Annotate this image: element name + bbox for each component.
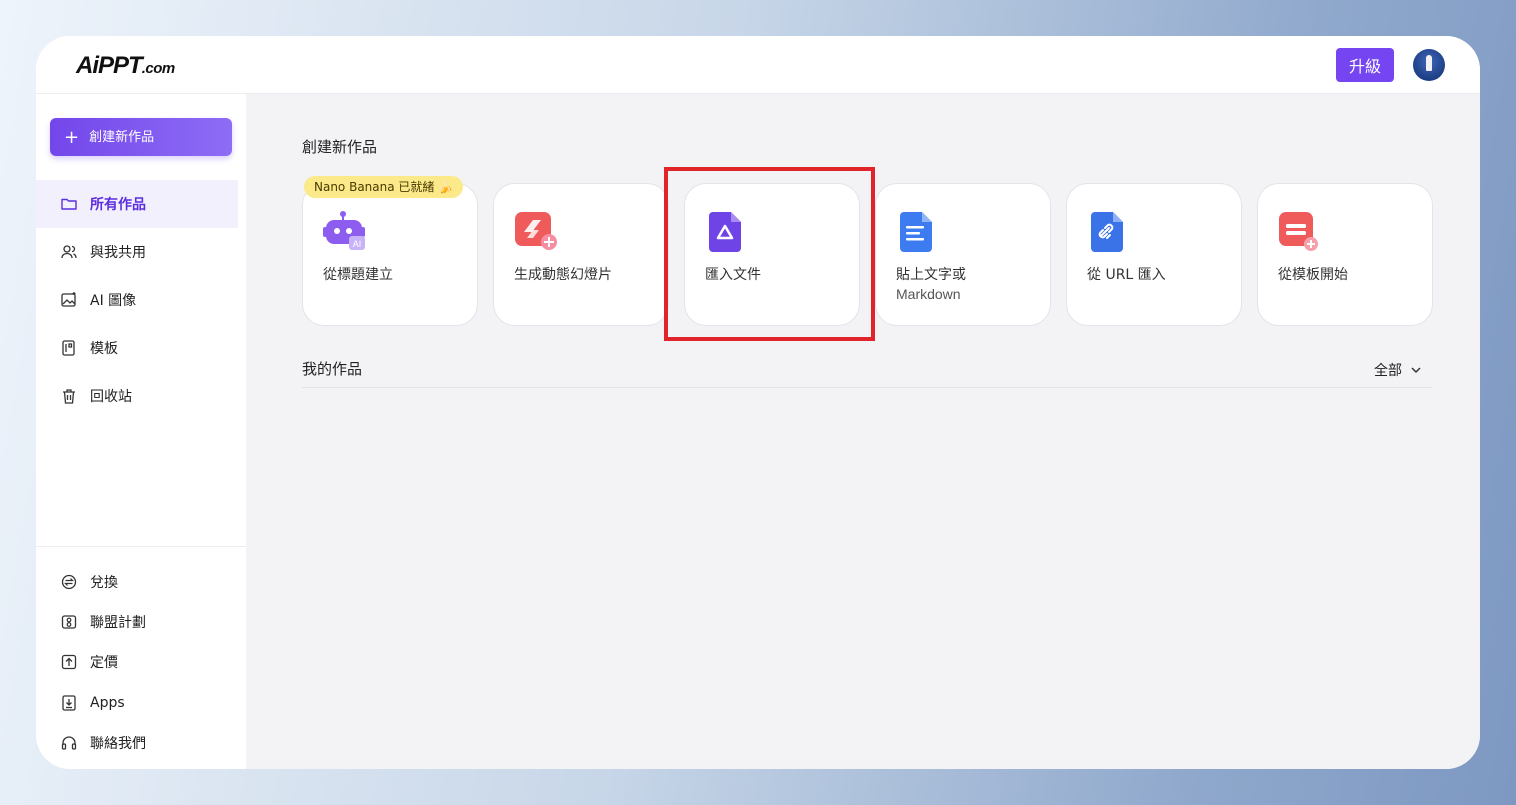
sidebar-footer-apps[interactable]: Apps (36, 688, 238, 718)
sidebar-item-templates[interactable]: 模板 (36, 324, 238, 372)
logo-text: AiPPT (76, 52, 143, 79)
my-works-title: 我的作品 (302, 360, 363, 378)
headset-icon (60, 734, 78, 752)
affiliate-icon (60, 613, 78, 631)
chevron-down-icon (1411, 367, 1421, 374)
sidebar-item-label: 與我共用 (90, 245, 146, 261)
sidebar-item-label: 模板 (90, 341, 118, 357)
card-label: 從 URL 匯入 (1087, 267, 1166, 283)
users-icon (60, 243, 78, 261)
card-label: 從模板開始 (1278, 267, 1348, 283)
sidebar: + 創建新作品 所有作品 與我共用 AI 圖像 模板 回收站 兌換 聯盟計劃 定… (36, 94, 246, 769)
top-bar: AiPPT.com 升級 V (36, 36, 1480, 94)
import-document-icon (705, 210, 749, 254)
folder-icon (60, 195, 78, 213)
avatar[interactable] (1413, 49, 1445, 81)
ai-image-icon (60, 291, 78, 309)
card-label-main: 貼上文字或 (896, 267, 966, 283)
sidebar-footer-label: Apps (90, 695, 125, 711)
slides-icon (514, 210, 558, 254)
vip-badge: V (36, 36, 47, 53)
section-divider (302, 387, 1432, 388)
filter-label: 全部 (1374, 363, 1402, 379)
card-label-sub: Markdown (896, 286, 961, 302)
sidebar-footer-affiliate[interactable]: 聯盟計劃 (36, 607, 238, 637)
upgrade-button[interactable]: 升級 (1336, 48, 1394, 82)
sidebar-item-all-works[interactable]: 所有作品 (36, 180, 238, 228)
sidebar-item-label: AI 圖像 (90, 293, 137, 309)
create-section-title: 創建新作品 (302, 138, 378, 156)
sidebar-item-shared-with-me[interactable]: 與我共用 (36, 228, 238, 276)
sidebar-footer-pricing[interactable]: 定價 (36, 647, 238, 677)
sidebar-footer-redeem[interactable]: 兌換 (36, 567, 238, 597)
card-label: 生成動態幻燈片 (514, 267, 612, 283)
filter-dropdown[interactable]: 全部 (1374, 360, 1422, 380)
card-generate-slides[interactable]: 生成動態幻燈片 (493, 183, 669, 326)
avatar-rocket-icon (1426, 55, 1432, 71)
sidebar-footer-label: 定價 (90, 655, 118, 671)
card-label: 貼上文字或 Markdown (896, 266, 1036, 304)
logo-suffix: .com (141, 60, 176, 77)
robot-ai-icon: AI (323, 210, 367, 254)
exchange-icon (60, 573, 78, 591)
create-new-work-label: 創建新作品 (89, 130, 155, 145)
create-new-work-button[interactable]: + 創建新作品 (50, 118, 232, 156)
sidebar-footer-label: 聯絡我們 (90, 736, 146, 752)
main-content: 創建新作品 AI 從標題建立 Nano Banana 已就緒 🍌 生成動態幻燈片… (246, 94, 1480, 769)
sidebar-footer-label: 聯盟計劃 (90, 615, 146, 631)
sidebar-footer-label: 兌換 (90, 575, 118, 591)
card-from-title[interactable]: AI 從標題建立 (302, 183, 478, 326)
sidebar-footer-contact[interactable]: 聯絡我們 (36, 728, 238, 758)
nano-banana-badge: Nano Banana 已就緒 🍌 (304, 176, 464, 198)
plus-icon: + (64, 127, 80, 148)
logo[interactable]: AiPPT.com (76, 52, 175, 80)
template-icon (60, 339, 78, 357)
card-from-template[interactable]: 從模板開始 (1257, 183, 1433, 326)
template-start-icon (1278, 210, 1322, 254)
link-document-icon (1087, 210, 1131, 254)
sidebar-item-label: 回收站 (90, 389, 132, 405)
card-label: 匯入文件 (705, 267, 761, 283)
card-paste-text[interactable]: 貼上文字或 Markdown (875, 183, 1051, 326)
app-window: AiPPT.com 升級 V + 創建新作品 所有作品 與我共用 AI 圖像 模板… (36, 36, 1480, 769)
sidebar-divider (36, 546, 246, 547)
card-import-document[interactable]: 匯入文件 (684, 183, 860, 326)
card-import-url[interactable]: 從 URL 匯入 (1066, 183, 1242, 326)
card-label: 從標題建立 (323, 267, 393, 283)
text-document-icon (896, 210, 940, 254)
svg-text:AI: AI (353, 239, 362, 249)
sidebar-item-label: 所有作品 (90, 197, 146, 213)
download-icon (60, 694, 78, 712)
sidebar-item-recycle-bin[interactable]: 回收站 (36, 372, 238, 420)
pricing-icon (60, 653, 78, 671)
trash-icon (60, 387, 78, 405)
sidebar-item-ai-image[interactable]: AI 圖像 (36, 276, 238, 324)
